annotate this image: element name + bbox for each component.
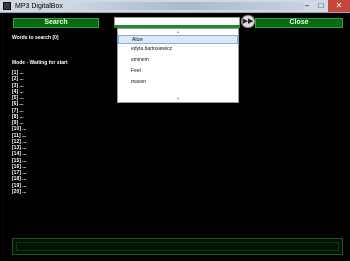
bottom-status-bar <box>16 242 339 251</box>
go-button[interactable]: ▶▶ <box>241 15 255 28</box>
maximize-button[interactable]: □ <box>314 0 328 12</box>
window-controls: – □ ✕ <box>300 0 350 12</box>
dropdown-item[interactable]: Feel <box>118 67 238 76</box>
words-to-search-label: Words to search [0] <box>12 35 59 41</box>
main-panel: Search ▶▶ Close ▲ Alize edyta bartosiewi… <box>2 13 348 259</box>
autocomplete-dropdown: ▲ Alize edyta bartosiewicz eminem Feel m… <box>117 28 239 103</box>
close-button[interactable]: Close <box>255 18 343 28</box>
title-bar: MP3 DigitalBox – □ ✕ <box>0 0 350 13</box>
search-button[interactable]: Search <box>13 18 99 28</box>
dropdown-item[interactable]: mason <box>118 78 238 87</box>
dropdown-item[interactable]: eminem <box>118 56 238 65</box>
result-slot-list: [1] ... [2] ... [3] ... [4] ... [5] ... … <box>12 70 92 195</box>
window-close-button[interactable]: ✕ <box>328 0 350 12</box>
app-icon <box>3 2 11 10</box>
dropdown-item[interactable]: edyta bartosiewicz <box>118 45 238 54</box>
scroll-down-icon[interactable]: ▼ <box>118 96 238 102</box>
dropdown-item-selected[interactable]: Alize <box>118 35 238 44</box>
result-slot: [20] ... <box>12 188 27 195</box>
bottom-status-panel <box>12 238 343 255</box>
title-bar-background-blur <box>64 2 304 10</box>
mode-status-label: Mode - Waiting for start <box>12 60 68 66</box>
window-title: MP3 DigitalBox <box>15 3 63 10</box>
minimize-button[interactable]: – <box>300 0 314 12</box>
